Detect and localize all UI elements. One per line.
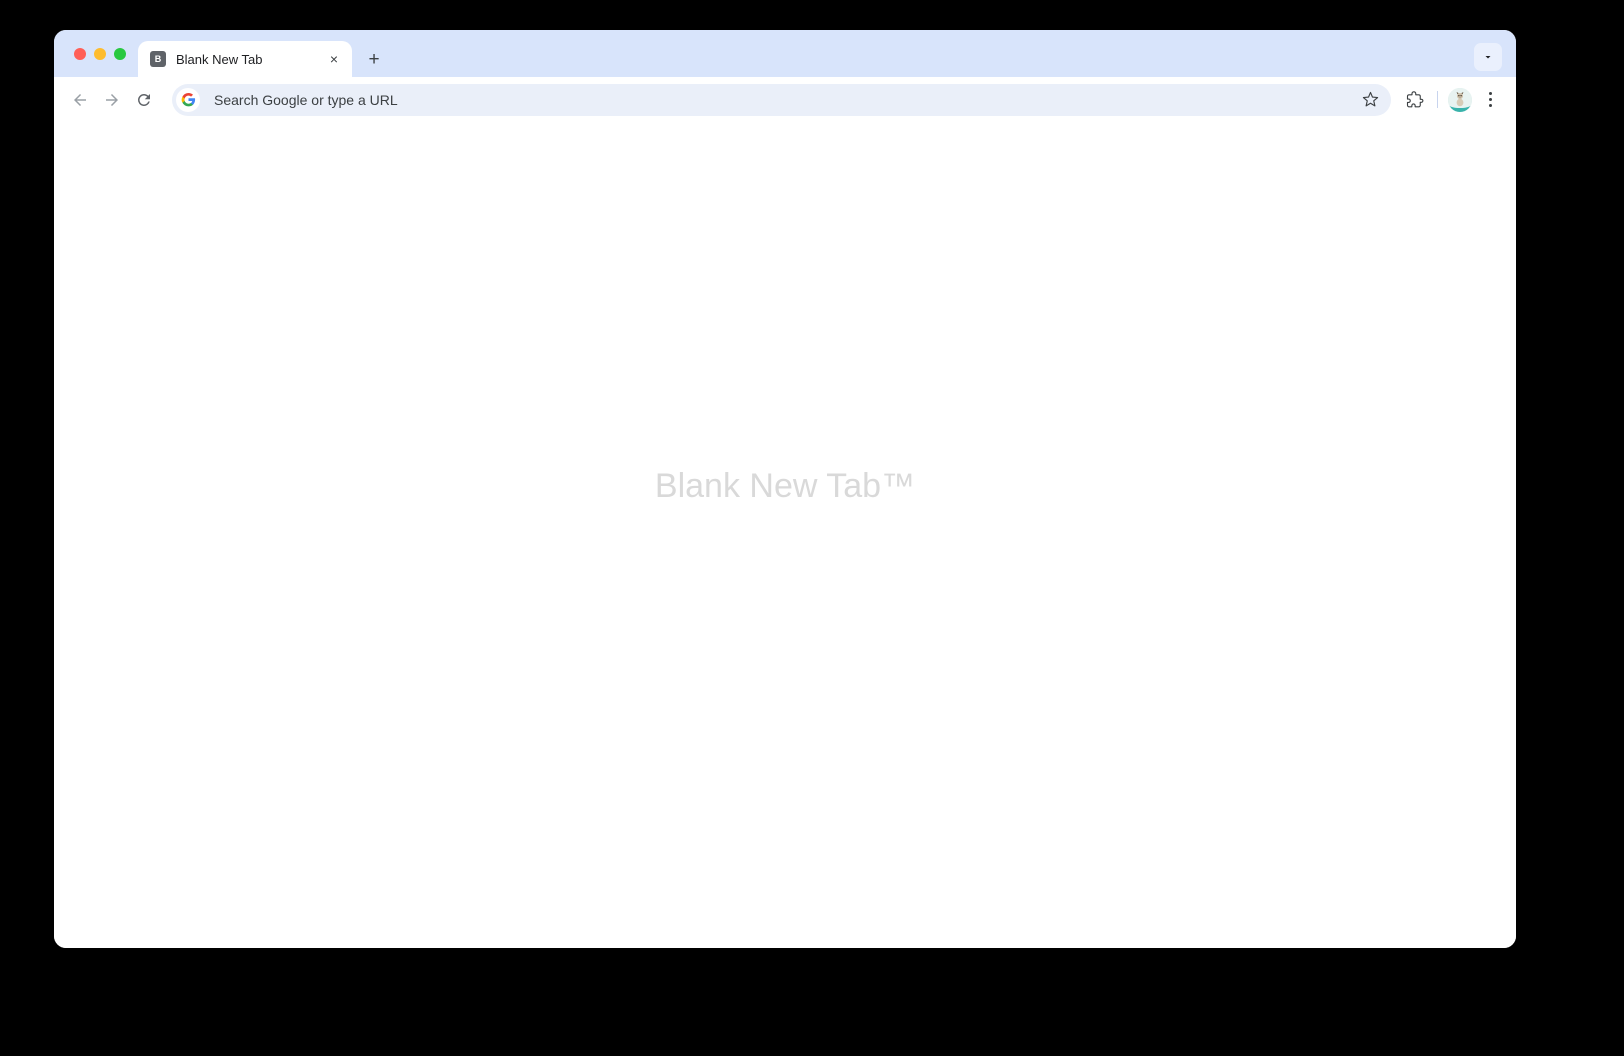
tab-strip: B Blank New Tab × + [54, 30, 1516, 77]
new-tab-button[interactable]: + [360, 45, 388, 73]
back-button[interactable] [64, 84, 96, 116]
address-bar[interactable]: Search Google or type a URL [172, 83, 1391, 116]
chrome-menu-button[interactable] [1476, 84, 1504, 116]
extensions-puzzle-icon[interactable] [1399, 84, 1431, 116]
browser-window: B Blank New Tab × + Search Google or typ… [54, 30, 1516, 948]
tab-blank-new-tab[interactable]: B Blank New Tab × [138, 41, 352, 77]
window-controls [54, 30, 138, 77]
page-watermark-text: Blank New Tab™ [654, 467, 916, 505]
tab-favicon-icon: B [150, 51, 166, 67]
kebab-dot [1488, 92, 1492, 95]
address-bar-text: Search Google or type a URL [214, 91, 398, 108]
desktop-background: B Blank New Tab × + Search Google or typ… [0, 0, 1624, 1056]
close-tab-icon[interactable]: × [324, 49, 344, 69]
maximize-window-button[interactable] [114, 47, 126, 60]
google-g-icon [176, 87, 200, 112]
kebab-dot [1488, 104, 1492, 107]
tab-list-chevron-down-icon[interactable] [1474, 43, 1502, 71]
minimize-window-button[interactable] [94, 47, 106, 60]
tab-title: Blank New Tab [176, 51, 263, 67]
toolbar-divider [1437, 91, 1438, 108]
profile-avatar[interactable] [1448, 87, 1472, 112]
browser-toolbar: Search Google or type a URL [54, 77, 1516, 122]
reload-button[interactable] [128, 84, 160, 116]
kebab-dot [1488, 98, 1492, 101]
bookmark-star-icon[interactable] [1357, 87, 1383, 113]
close-window-button[interactable] [74, 47, 86, 60]
page-content-area: Blank New Tab™ [54, 122, 1516, 948]
forward-button[interactable] [96, 84, 128, 116]
